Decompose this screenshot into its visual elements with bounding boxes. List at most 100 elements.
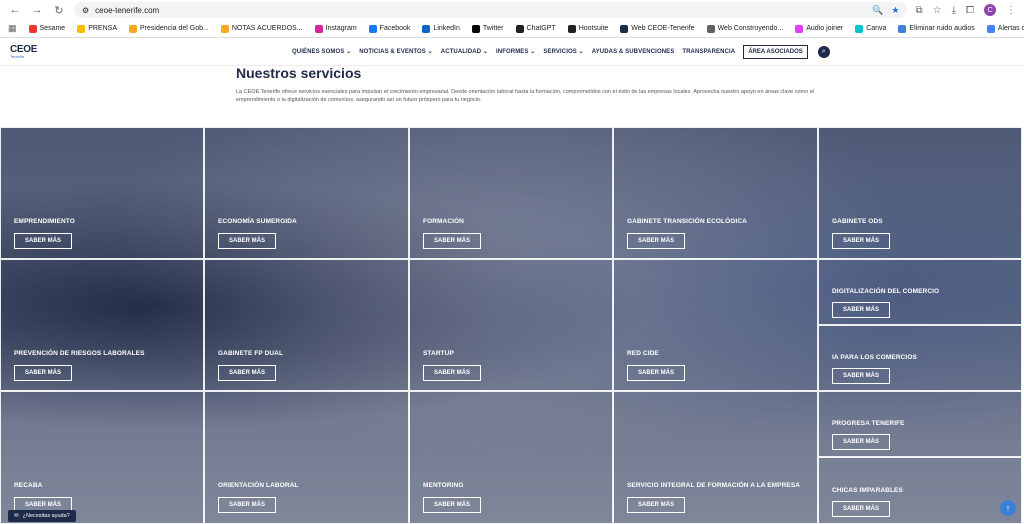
service-title: IA PARA LOS COMERCIOS xyxy=(832,354,917,361)
bookmark-item[interactable]: Web CEOE-Tenerife xyxy=(620,24,695,33)
service-title: PREVENCIÓN DE RIESGOS LABORALES xyxy=(14,350,145,357)
bookmark-favicon-icon xyxy=(28,24,37,33)
saber-mas-button[interactable]: SABER MÁS xyxy=(423,497,482,513)
menu-item[interactable]: ACTUALIDAD ⌄ xyxy=(441,48,488,55)
service-card: MENTORING SABER MÁS xyxy=(409,391,613,524)
bookmark-item[interactable]: Alertas de Google xyxy=(986,24,1024,33)
bookmark-favicon-icon xyxy=(77,24,86,33)
help-label: ¿Necesitas ayuda? xyxy=(22,513,70,519)
bookmark-favicon-icon xyxy=(620,24,629,33)
service-card: PROGRESA TENERIFE SABER MÁS xyxy=(818,391,1022,457)
bookmark-item[interactable]: Audio joiner xyxy=(795,24,844,33)
forward-icon[interactable]: → xyxy=(30,3,44,17)
scroll-top-button[interactable]: ↑ xyxy=(1000,500,1016,516)
bookmark-item[interactable]: Hootsuite xyxy=(567,24,609,33)
service-card: SERVICIO INTEGRAL DE FORMACIÓN A LA EMPR… xyxy=(613,391,818,524)
saber-mas-button[interactable]: SABER MÁS xyxy=(627,233,686,249)
bookmark-label: Facebook xyxy=(379,25,411,32)
bookmark-item[interactable]: LinkedIn xyxy=(422,24,460,33)
saber-mas-button[interactable]: SABER MÁS xyxy=(832,233,891,249)
service-card: PREVENCIÓN DE RIESGOS LABORALES SABER MÁS xyxy=(0,259,204,391)
service-card: FORMACIÓN SABER MÁS xyxy=(409,127,613,259)
address-bar[interactable]: ⚙ ceoe-tenerife.com 🔍 ★ xyxy=(74,2,908,18)
tab-search-icon[interactable]: ⧠ xyxy=(966,5,974,16)
bookmarks-bar: ▦ Sesame PRENSA Presidencia del Gob... NOTA… xyxy=(0,20,1024,38)
service-title: MENTORING xyxy=(423,482,464,489)
saber-mas-button[interactable]: SABER MÁS xyxy=(218,233,277,249)
bookmark-label: Twitter xyxy=(482,25,504,32)
bookmark-favicon-icon xyxy=(855,24,864,33)
chat-icon: ✉ xyxy=(14,513,19,519)
bookmark-favicon-icon xyxy=(795,24,804,33)
bookmark-label: Hootsuite xyxy=(578,25,609,32)
ceoe-logo[interactable]: CEOE Tenerife xyxy=(10,43,44,59)
saber-mas-button[interactable]: SABER MÁS xyxy=(832,302,891,318)
bookmark-favicon-icon xyxy=(986,24,995,33)
menu-kebab-icon[interactable]: ⋮ xyxy=(1006,5,1016,16)
menu-item[interactable]: NOTICIAS & EVENTOS ⌄ xyxy=(359,48,433,55)
service-card: CHICAS IMPARABLES SABER MÁS xyxy=(818,457,1022,524)
download-icon[interactable]: ⤓ xyxy=(952,5,956,16)
reload-icon[interactable]: ↻ xyxy=(52,3,66,17)
logo-text: CEOE xyxy=(10,43,38,55)
profile-avatar[interactable]: C xyxy=(984,4,996,16)
bookmark-item[interactable]: Instagram xyxy=(314,24,357,33)
bookmark-item[interactable]: Eliminar ruido audios xyxy=(898,24,975,33)
saber-mas-button[interactable]: SABER MÁS xyxy=(627,497,686,513)
bookmark-label: Sesame xyxy=(39,25,66,32)
bookmark-label: Alertas de Google xyxy=(997,25,1024,32)
saber-mas-button[interactable]: SABER MÁS xyxy=(832,501,891,517)
saber-mas-button[interactable]: SABER MÁS xyxy=(832,434,891,450)
saber-mas-button[interactable]: SABER MÁS xyxy=(832,368,891,384)
saber-mas-button[interactable]: SABER MÁS xyxy=(14,233,73,249)
bookmark-label: NOTAS ACUERDOS... xyxy=(231,25,303,32)
apps-grid-icon[interactable]: ▦ xyxy=(8,23,17,34)
saber-mas-button[interactable]: SABER MÁS xyxy=(627,365,686,381)
saber-mas-button[interactable]: SABER MÁS xyxy=(218,497,277,513)
site-header: CEOE Tenerife QUIÉNES SOMOS ⌄ NOTICIAS & … xyxy=(0,38,1024,66)
service-card: ECONOMÍA SUMERGIDA SABER MÁS xyxy=(204,127,409,259)
bookmark-item[interactable]: NOTAS ACUERDOS... xyxy=(220,24,303,33)
bookmark-item[interactable]: Sesame xyxy=(28,24,66,33)
menu-item[interactable]: INFORMES ⌄ xyxy=(496,48,535,55)
saber-mas-button[interactable]: SABER MÁS xyxy=(423,233,482,249)
service-card: ORIENTACIÓN LABORAL SABER MÁS xyxy=(204,391,409,524)
service-title: EMPRENDIMIENTO xyxy=(14,218,75,225)
zoom-icon[interactable]: 🔍 xyxy=(872,5,883,16)
menu-item[interactable]: QUIÉNES SOMOS ⌄ xyxy=(292,48,351,55)
bookmark-item[interactable]: Canva xyxy=(855,24,886,33)
saber-mas-button[interactable]: SABER MÁS xyxy=(218,365,277,381)
logo-subtext: Tenerife xyxy=(10,53,25,59)
associates-area-button[interactable]: ÁREA ASOCIADOS xyxy=(743,44,808,59)
reading-list-icon[interactable]: ☆ xyxy=(933,5,942,16)
bookmark-favicon-icon xyxy=(220,24,229,33)
service-card: RED CIDE SABER MÁS xyxy=(613,259,818,391)
bookmark-label: Audio joiner xyxy=(806,25,844,32)
saber-mas-button[interactable]: SABER MÁS xyxy=(423,365,482,381)
back-icon[interactable]: ← xyxy=(8,3,22,17)
saber-mas-button[interactable]: SABER MÁS xyxy=(14,365,73,381)
site-info-icon[interactable]: ⚙ xyxy=(82,6,89,15)
search-icon[interactable]: ⌕ xyxy=(817,45,830,58)
bookmark-item[interactable]: ChatGPT xyxy=(515,24,556,33)
bookmark-favicon-icon xyxy=(567,24,576,33)
menu-item[interactable]: SERVICIOS ⌄ xyxy=(543,48,583,55)
bookmark-item[interactable]: PRENSA xyxy=(77,24,117,33)
bookmark-item[interactable]: Twitter xyxy=(471,24,504,33)
service-title: GABINETE ODS xyxy=(832,218,883,225)
bookmark-star-icon[interactable]: ★ xyxy=(891,5,899,16)
url-text[interactable]: ceoe-tenerife.com xyxy=(95,6,159,15)
bookmark-item[interactable]: Web Construyendo... xyxy=(706,24,783,33)
menu-item[interactable]: TRANSPARENCIA xyxy=(682,49,735,55)
help-chat-button[interactable]: ✉ ¿Necesitas ayuda? xyxy=(8,510,76,522)
extensions-icon[interactable]: ⧉ xyxy=(915,5,922,16)
menu-item[interactable]: AYUDAS & SUBVENCIONES xyxy=(592,49,675,55)
bookmark-favicon-icon xyxy=(515,24,524,33)
bookmark-favicon-icon xyxy=(129,24,137,33)
service-title: GABINETE TRANSICIÓN ECOLÓGICA xyxy=(627,218,747,225)
bookmark-label: ChatGPT xyxy=(526,25,556,32)
intro-text: La CEOE Tenerife ofrece servicios esenci… xyxy=(236,89,814,103)
service-title: SERVICIO INTEGRAL DE FORMACIÓN A LA EMPR… xyxy=(627,482,801,489)
bookmark-item[interactable]: Presidencia del Gob... xyxy=(129,24,209,33)
bookmark-item[interactable]: Facebook xyxy=(368,24,411,33)
